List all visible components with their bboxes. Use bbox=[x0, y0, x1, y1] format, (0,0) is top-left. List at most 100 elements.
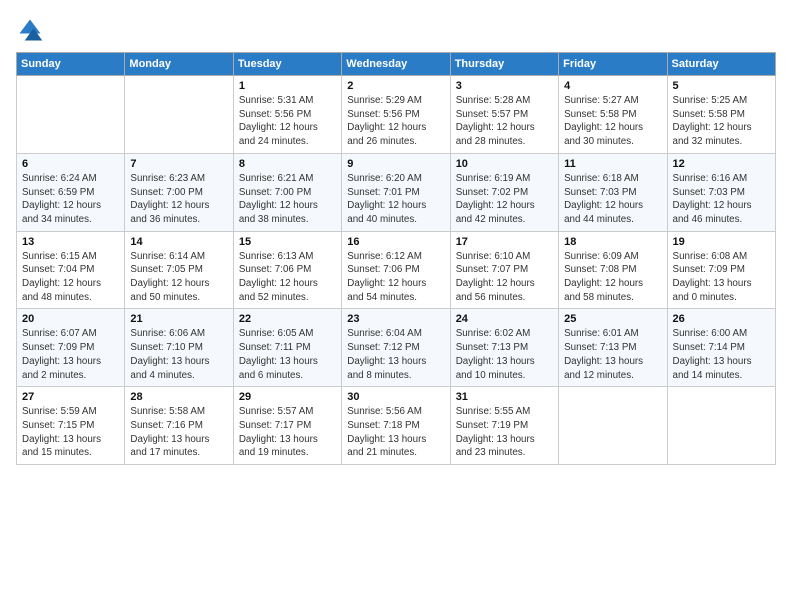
day-header-sunday: Sunday bbox=[17, 53, 125, 76]
logo-icon bbox=[16, 16, 44, 44]
calendar-cell: 25 Sunrise: 6:01 AM Sunset: 7:13 PM Dayli… bbox=[559, 309, 667, 387]
calendar-cell: 22 Sunrise: 6:05 AM Sunset: 7:11 PM Dayli… bbox=[233, 309, 341, 387]
day-number: 11 bbox=[564, 158, 661, 170]
calendar-cell: 1 Sunrise: 5:31 AM Sunset: 5:56 PM Daylig… bbox=[233, 76, 341, 154]
day-number: 23 bbox=[347, 313, 444, 325]
calendar-cell bbox=[559, 387, 667, 465]
calendar-cell: 28Sunrise: 5:58 AM Sunset: 7:16 PM Dayli… bbox=[125, 387, 233, 465]
calendar-week-5: 27 Sunrise: 5:59 AM Sunset: 7:15 PM Dayli… bbox=[17, 387, 776, 465]
calendar-cell: 26 Sunrise: 6:00 AM Sunset: 7:14 PM Dayli… bbox=[667, 309, 775, 387]
day-info: Sunrise: 6:04 AM Sunset: 7:12 PM Dayligh… bbox=[347, 327, 444, 382]
day-info: Sunrise: 6:19 AM Sunset: 7:02 PM Dayligh… bbox=[456, 172, 553, 227]
calendar-cell: 24 Sunrise: 6:02 AM Sunset: 7:13 PM Dayli… bbox=[450, 309, 558, 387]
day-number: 8 bbox=[239, 158, 336, 170]
calendar-cell bbox=[667, 387, 775, 465]
day-number: 19 bbox=[673, 236, 770, 248]
day-info: Sunrise: 6:10 AM Sunset: 7:07 PM Dayligh… bbox=[456, 250, 553, 305]
day-number: 1 bbox=[239, 80, 336, 92]
calendar-cell: 16 Sunrise: 6:12 AM Sunset: 7:06 PM Dayli… bbox=[342, 231, 450, 309]
day-number: 16 bbox=[347, 236, 444, 248]
logo bbox=[16, 16, 46, 44]
calendar-cell: 31 Sunrise: 5:55 AM Sunset: 7:19 PM Dayli… bbox=[450, 387, 558, 465]
calendar-cell: 30 Sunrise: 5:56 AM Sunset: 7:18 PM Dayli… bbox=[342, 387, 450, 465]
day-number: 17 bbox=[456, 236, 553, 248]
day-number: 22 bbox=[239, 313, 336, 325]
calendar-week-3: 13 Sunrise: 6:15 AM Sunset: 7:04 PM Dayli… bbox=[17, 231, 776, 309]
calendar-header-row: SundayMondayTuesdayWednesdayThursdayFrid… bbox=[17, 53, 776, 76]
day-number: 7 bbox=[130, 158, 227, 170]
day-info: Sunrise: 6:18 AM Sunset: 7:03 PM Dayligh… bbox=[564, 172, 661, 227]
day-number: 28 bbox=[130, 391, 227, 403]
calendar-cell: 5 Sunrise: 5:25 AM Sunset: 5:58 PM Daylig… bbox=[667, 76, 775, 154]
day-info: Sunrise: 6:24 AM Sunset: 6:59 PM Dayligh… bbox=[22, 172, 119, 227]
day-info: Sunrise: 5:27 AM Sunset: 5:58 PM Dayligh… bbox=[564, 94, 661, 149]
day-info: Sunrise: 6:15 AM Sunset: 7:04 PM Dayligh… bbox=[22, 250, 119, 305]
day-number: 24 bbox=[456, 313, 553, 325]
calendar-cell: 11 Sunrise: 6:18 AM Sunset: 7:03 PM Dayli… bbox=[559, 153, 667, 231]
day-number: 14 bbox=[130, 236, 227, 248]
calendar-cell: 13 Sunrise: 6:15 AM Sunset: 7:04 PM Dayli… bbox=[17, 231, 125, 309]
calendar-cell: 27 Sunrise: 5:59 AM Sunset: 7:15 PM Dayli… bbox=[17, 387, 125, 465]
calendar-cell: 14 Sunrise: 6:14 AM Sunset: 7:05 PM Dayli… bbox=[125, 231, 233, 309]
day-info: Sunrise: 6:01 AM Sunset: 7:13 PM Dayligh… bbox=[564, 327, 661, 382]
day-header-tuesday: Tuesday bbox=[233, 53, 341, 76]
calendar-cell bbox=[125, 76, 233, 154]
day-info: Sunrise: 6:23 AM Sunset: 7:00 PM Dayligh… bbox=[130, 172, 227, 227]
day-header-wednesday: Wednesday bbox=[342, 53, 450, 76]
calendar-week-2: 6 Sunrise: 6:24 AM Sunset: 6:59 PM Daylig… bbox=[17, 153, 776, 231]
day-info: Sunrise: 5:57 AM Sunset: 7:17 PM Dayligh… bbox=[239, 405, 336, 460]
day-header-thursday: Thursday bbox=[450, 53, 558, 76]
day-info: Sunrise: 5:55 AM Sunset: 7:19 PM Dayligh… bbox=[456, 405, 553, 460]
day-number: 30 bbox=[347, 391, 444, 403]
day-header-saturday: Saturday bbox=[667, 53, 775, 76]
day-info: Sunrise: 5:25 AM Sunset: 5:58 PM Dayligh… bbox=[673, 94, 770, 149]
day-number: 6 bbox=[22, 158, 119, 170]
day-number: 25 bbox=[564, 313, 661, 325]
day-info: Sunrise: 5:28 AM Sunset: 5:57 PM Dayligh… bbox=[456, 94, 553, 149]
day-info: Sunrise: 6:16 AM Sunset: 7:03 PM Dayligh… bbox=[673, 172, 770, 227]
day-info: Sunrise: 6:07 AM Sunset: 7:09 PM Dayligh… bbox=[22, 327, 119, 382]
calendar-cell: 23 Sunrise: 6:04 AM Sunset: 7:12 PM Dayli… bbox=[342, 309, 450, 387]
day-number: 26 bbox=[673, 313, 770, 325]
day-info: Sunrise: 5:29 AM Sunset: 5:56 PM Dayligh… bbox=[347, 94, 444, 149]
day-number: 18 bbox=[564, 236, 661, 248]
calendar-cell: 7 Sunrise: 6:23 AM Sunset: 7:00 PM Daylig… bbox=[125, 153, 233, 231]
day-info: Sunrise: 5:56 AM Sunset: 7:18 PM Dayligh… bbox=[347, 405, 444, 460]
page-header bbox=[16, 16, 776, 44]
calendar-cell: 9Sunrise: 6:20 AM Sunset: 7:01 PM Daylig… bbox=[342, 153, 450, 231]
day-info: Sunrise: 5:59 AM Sunset: 7:15 PM Dayligh… bbox=[22, 405, 119, 460]
day-info: Sunrise: 6:02 AM Sunset: 7:13 PM Dayligh… bbox=[456, 327, 553, 382]
calendar-table: SundayMondayTuesdayWednesdayThursdayFrid… bbox=[16, 52, 776, 465]
calendar-cell: 15Sunrise: 6:13 AM Sunset: 7:06 PM Dayli… bbox=[233, 231, 341, 309]
day-info: Sunrise: 6:21 AM Sunset: 7:00 PM Dayligh… bbox=[239, 172, 336, 227]
day-info: Sunrise: 6:00 AM Sunset: 7:14 PM Dayligh… bbox=[673, 327, 770, 382]
day-number: 27 bbox=[22, 391, 119, 403]
calendar-week-1: 1 Sunrise: 5:31 AM Sunset: 5:56 PM Daylig… bbox=[17, 76, 776, 154]
calendar-cell: 19Sunrise: 6:08 AM Sunset: 7:09 PM Dayli… bbox=[667, 231, 775, 309]
calendar-cell: 17 Sunrise: 6:10 AM Sunset: 7:07 PM Dayli… bbox=[450, 231, 558, 309]
day-info: Sunrise: 6:14 AM Sunset: 7:05 PM Dayligh… bbox=[130, 250, 227, 305]
calendar-cell: 10 Sunrise: 6:19 AM Sunset: 7:02 PM Dayli… bbox=[450, 153, 558, 231]
day-info: Sunrise: 6:13 AM Sunset: 7:06 PM Dayligh… bbox=[239, 250, 336, 305]
calendar-cell: 29 Sunrise: 5:57 AM Sunset: 7:17 PM Dayli… bbox=[233, 387, 341, 465]
day-header-monday: Monday bbox=[125, 53, 233, 76]
calendar-cell: 21Sunrise: 6:06 AM Sunset: 7:10 PM Dayli… bbox=[125, 309, 233, 387]
calendar-cell: 8 Sunrise: 6:21 AM Sunset: 7:00 PM Daylig… bbox=[233, 153, 341, 231]
day-number: 5 bbox=[673, 80, 770, 92]
day-number: 13 bbox=[22, 236, 119, 248]
day-number: 12 bbox=[673, 158, 770, 170]
day-info: Sunrise: 6:20 AM Sunset: 7:01 PM Dayligh… bbox=[347, 172, 444, 227]
day-number: 31 bbox=[456, 391, 553, 403]
calendar-cell: 3Sunrise: 5:28 AM Sunset: 5:57 PM Daylig… bbox=[450, 76, 558, 154]
day-number: 2 bbox=[347, 80, 444, 92]
calendar-cell: 4Sunrise: 5:27 AM Sunset: 5:58 PM Daylig… bbox=[559, 76, 667, 154]
day-number: 29 bbox=[239, 391, 336, 403]
calendar-cell: 12 Sunrise: 6:16 AM Sunset: 7:03 PM Dayli… bbox=[667, 153, 775, 231]
calendar-cell: 2 Sunrise: 5:29 AM Sunset: 5:56 PM Daylig… bbox=[342, 76, 450, 154]
day-number: 10 bbox=[456, 158, 553, 170]
calendar-cell: 18 Sunrise: 6:09 AM Sunset: 7:08 PM Dayli… bbox=[559, 231, 667, 309]
day-info: Sunrise: 6:05 AM Sunset: 7:11 PM Dayligh… bbox=[239, 327, 336, 382]
day-info: Sunrise: 6:09 AM Sunset: 7:08 PM Dayligh… bbox=[564, 250, 661, 305]
day-info: Sunrise: 5:31 AM Sunset: 5:56 PM Dayligh… bbox=[239, 94, 336, 149]
day-info: Sunrise: 6:12 AM Sunset: 7:06 PM Dayligh… bbox=[347, 250, 444, 305]
